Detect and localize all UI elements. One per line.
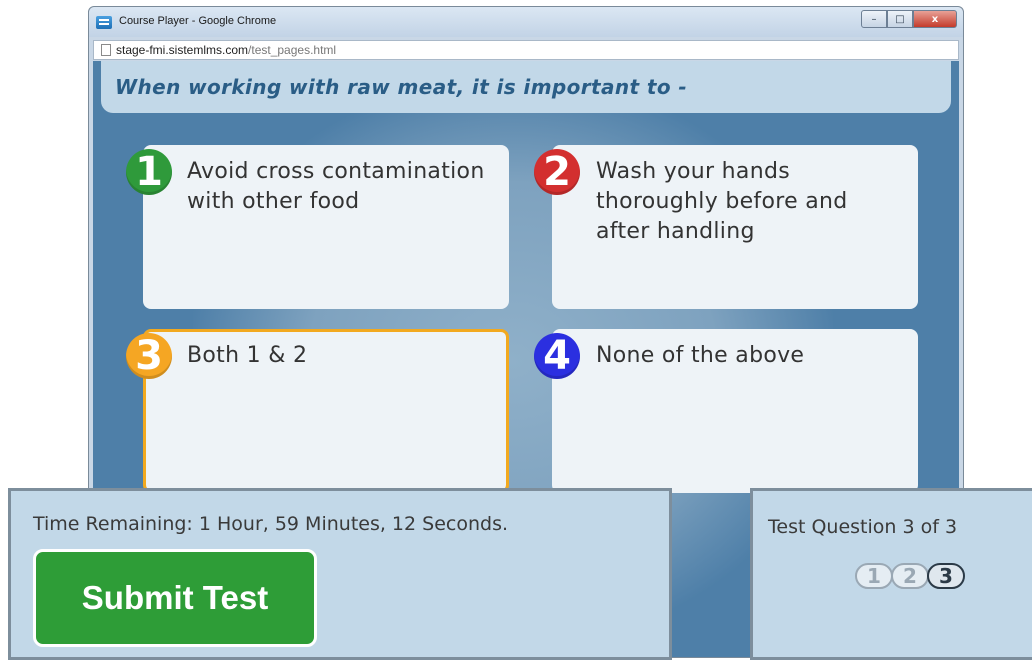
question-navigator-panel: Test Question 3 of 3 1 2 3 [750,488,1032,660]
number-4-icon: 4 [534,333,580,379]
page-icon [101,44,111,56]
close-button[interactable]: x [913,10,957,28]
answer-option-1[interactable]: Avoid cross contamination with other foo… [143,145,509,309]
window-controls: – □ x [861,10,957,28]
question-pager: 1 2 3 [855,563,965,589]
answer-option-2[interactable]: Wash your hands thoroughly before and af… [552,145,918,309]
number-2-icon: 2 [534,149,580,195]
submit-test-button[interactable]: Submit Test [33,549,317,647]
app-icon [96,16,112,29]
time-remaining: Time Remaining: 1 Hour, 59 Minutes, 12 S… [33,513,509,535]
number-3-icon: 3 [126,333,172,379]
answer-option-3[interactable]: Both 1 & 2 [143,329,509,493]
answer-option-4[interactable]: None of the above [552,329,918,493]
number-1-icon: 1 [126,149,172,195]
page-button-3[interactable]: 3 [927,563,965,589]
url-text: stage-fmi.sistemlms.com/test_pages.html [116,43,336,57]
answer-text-4: None of the above [596,343,805,368]
address-bar[interactable]: stage-fmi.sistemlms.com/test_pages.html [93,40,959,60]
minimize-button[interactable]: – [861,10,887,28]
answer-text-3: Both 1 & 2 [187,343,308,368]
timer-panel: Time Remaining: 1 Hour, 59 Minutes, 12 S… [8,488,672,660]
page-button-2[interactable]: 2 [891,563,929,589]
question-text: When working with raw meat, it is import… [115,75,688,99]
title-bar[interactable]: Course Player - Google Chrome – □ x [89,7,963,37]
answer-text-2: Wash your hands thoroughly before and af… [596,159,848,244]
page-button-1[interactable]: 1 [855,563,893,589]
url-path: /test_pages.html [248,43,337,57]
answer-text-1: Avoid cross contamination with other foo… [187,159,485,214]
url-host: stage-fmi.sistemlms.com [116,43,249,57]
maximize-button[interactable]: □ [887,10,913,28]
window-title: Course Player - Google Chrome [119,15,277,27]
question-bar: When working with raw meat, it is import… [101,61,951,113]
test-question-counter: Test Question 3 of 3 [768,516,958,538]
